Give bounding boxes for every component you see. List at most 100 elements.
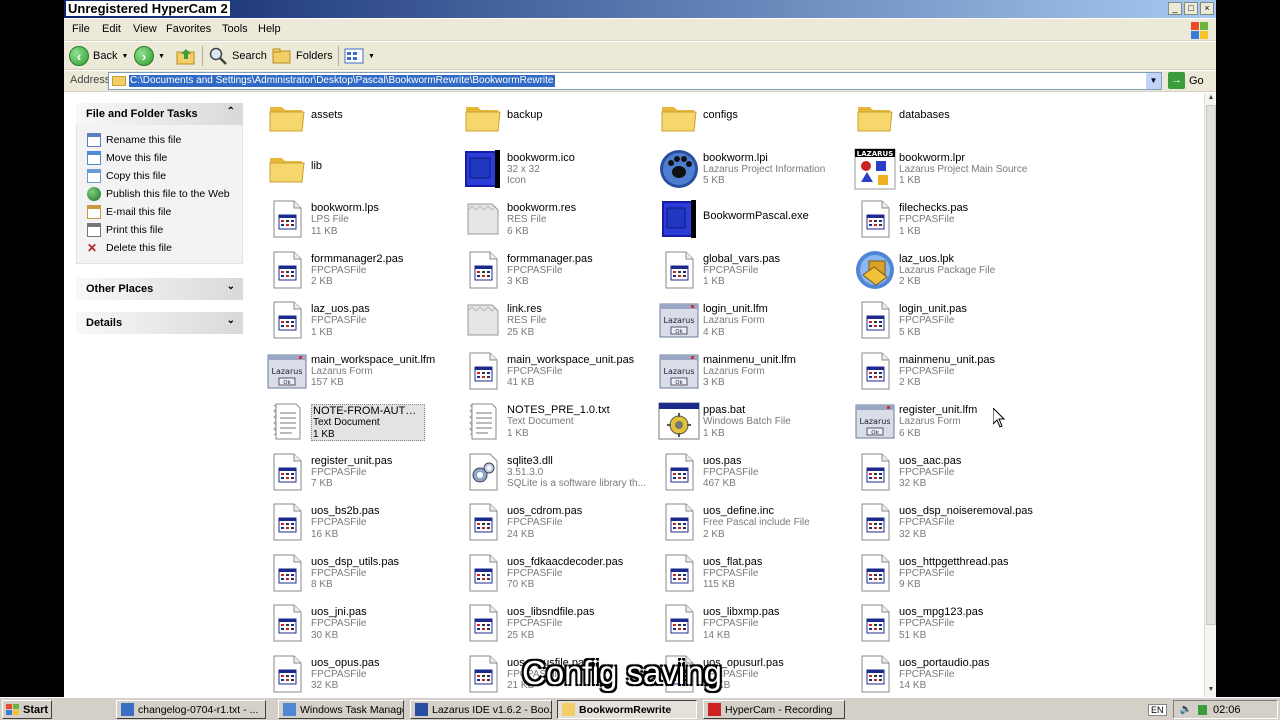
file-item[interactable]: uos_define.inc Free Pascal include File 2 … [652, 499, 842, 545]
taskbar-button[interactable]: BookwormRewrite [557, 700, 697, 719]
scroll-up-icon[interactable]: ▲ [1205, 94, 1216, 104]
file-item[interactable]: formmanager2.pas FPCPASFile 2 KB [260, 247, 450, 293]
file-item[interactable]: uos.pas FPCPASFile 467 KB [652, 449, 842, 495]
panel-header[interactable]: Details ⌄ [76, 312, 243, 334]
file-item[interactable]: uos_portaudio.pas FPCPASFile 14 KB [848, 651, 1038, 697]
panel-header[interactable]: Other Places ⌄ [76, 278, 243, 300]
file-item[interactable]: uos_libsndfile.pas FPCPASFile 25 KB [456, 600, 646, 646]
file-item[interactable]: mainmenu_unit.pas FPCPASFile 2 KB [848, 348, 1038, 394]
file-item[interactable]: laz_uos.pas FPCPASFile 1 KB [260, 297, 450, 343]
file-item[interactable]: uos_mpg123.pas FPCPASFile 51 KB [848, 600, 1038, 646]
taskbar-button[interactable]: Lazarus IDE v1.6.2 - Boo... [410, 700, 552, 719]
file-item[interactable]: uos_bs2b.pas FPCPASFile 16 KB [260, 499, 450, 545]
file-size: 32 KB [311, 680, 339, 691]
folder-item[interactable]: assets [260, 95, 450, 141]
maximize-button[interactable]: □ [1184, 2, 1198, 15]
views-button[interactable]: ▼ [344, 45, 375, 67]
pas-icon [462, 653, 504, 695]
file-item[interactable]: Lazarus Ok main_workspace_unit.lfm Lazarus … [260, 348, 450, 394]
file-item[interactable]: uos_libxmp.pas FPCPASFile 14 KB [652, 600, 842, 646]
task-item[interactable]: ✕ Delete this file [87, 239, 242, 257]
vertical-scrollbar[interactable]: ▲ ▼ [1204, 93, 1216, 697]
file-item[interactable]: uos_dsp_utils.pas FPCPASFile 8 KB [260, 550, 450, 596]
language-indicator[interactable]: EN [1148, 703, 1167, 716]
file-item[interactable]: bookworm.lpi Lazarus Project Information 5… [652, 146, 842, 192]
forward-button[interactable]: › ▼ [134, 45, 165, 67]
search-button[interactable]: Search [208, 45, 267, 67]
file-item[interactable]: formmanager.pas FPCPASFile 3 KB [456, 247, 646, 293]
file-item[interactable]: sqlite3.dll 3.51.3.0 SQLite is a software … [456, 449, 646, 495]
recording-tray-icon[interactable] [1197, 704, 1207, 715]
file-item[interactable]: uos_jni.pas FPCPASFile 30 KB [260, 600, 450, 646]
file-item[interactable]: uos_flat.pas FPCPASFile 115 KB [652, 550, 842, 596]
file-item[interactable]: link.res RES File 25 KB [456, 297, 646, 343]
file-name: bookworm.res [507, 202, 577, 214]
close-button[interactable]: × [1200, 2, 1214, 15]
file-item[interactable]: uos_dsp_noiseremoval.pas FPCPASFile 32 KB [848, 499, 1038, 545]
file-item[interactable]: uos_opus.pas FPCPASFile 32 KB [260, 651, 450, 697]
file-item[interactable]: uos_httpgetthread.pas FPCPASFile 9 KB [848, 550, 1038, 596]
up-folder-button[interactable] [176, 45, 196, 67]
expand-icon[interactable]: ⌄ [227, 315, 235, 326]
file-item[interactable]: BookwormPascal.exe [652, 196, 842, 242]
file-item[interactable]: main_workspace_unit.pas FPCPASFile 41 KB [456, 348, 646, 394]
file-item[interactable]: NOTE-FROM-AUTHOR.txtText Document1 KB [260, 398, 450, 444]
address-value[interactable]: C:\Documents and Settings\Administrator\… [129, 75, 555, 87]
menu-edit[interactable]: Edit [102, 23, 121, 35]
file-item[interactable]: register_unit.pas FPCPASFile 7 KB [260, 449, 450, 495]
file-item[interactable]: uos_cdrom.pas FPCPASFile 24 KB [456, 499, 646, 545]
title-bar[interactable]: Unregistered HyperCam 2 _ □ × [64, 0, 1216, 18]
file-item[interactable]: filechecks.pas FPCPASFile 1 KB [848, 196, 1038, 242]
task-item[interactable]: Print this file [87, 221, 242, 239]
file-item[interactable]: Lazarus Ok register_unit.lfm Lazarus Form 6 … [848, 398, 1038, 444]
address-input[interactable]: C:\Documents and Settings\Administrator\… [108, 72, 1162, 90]
expand-icon[interactable]: ⌄ [227, 281, 235, 292]
task-item[interactable]: Move this file [87, 149, 242, 167]
file-item[interactable]: Lazarus Ok mainmenu_unit.lfm Lazarus Form 3 … [652, 348, 842, 394]
file-item[interactable]: Lazarus Ok login_unit.lfm Lazarus Form 4 KB [652, 297, 842, 343]
task-item[interactable]: Copy this file [87, 167, 242, 185]
file-item[interactable]: LAZARUS bookworm.lpr Lazarus Project Main … [848, 146, 1038, 192]
chevron-down-icon[interactable]: ▼ [121, 53, 128, 60]
file-item[interactable]: ppas.bat Windows Batch File 1 KB [652, 398, 842, 444]
file-item[interactable]: NOTES_PRE_1.0.txt Text Document 1 KB [456, 398, 646, 444]
folder-item[interactable]: configs [652, 95, 842, 141]
folder-item[interactable]: backup [456, 95, 646, 141]
menu-file[interactable]: File [72, 23, 90, 35]
scroll-thumb[interactable] [1206, 105, 1216, 625]
file-item[interactable]: uos_fdkaacdecoder.pas FPCPASFile 70 KB [456, 550, 646, 596]
panel-title: Details [86, 317, 123, 329]
task-item[interactable]: Rename this file [87, 131, 242, 149]
task-item[interactable]: Publish this file to the Web [87, 185, 242, 203]
scroll-down-icon[interactable]: ▼ [1205, 686, 1216, 696]
panel-header[interactable]: File and Folder Tasks ⌃ [76, 103, 243, 125]
file-item[interactable]: login_unit.pas FPCPASFile 5 KB [848, 297, 1038, 343]
pas-icon [854, 653, 896, 695]
file-item[interactable]: laz_uos.lpk Lazarus Package File 2 KB [848, 247, 1038, 293]
menu-help[interactable]: Help [258, 23, 281, 35]
menu-favorites[interactable]: Favorites [166, 23, 211, 35]
back-button[interactable]: ‹ Back ▼ [69, 45, 128, 67]
folder-item[interactable]: lib [260, 146, 450, 192]
chevron-down-icon[interactable]: ▼ [368, 53, 375, 60]
file-item[interactable]: bookworm.res RES File 6 KB [456, 196, 646, 242]
chevron-down-icon[interactable]: ▼ [1146, 73, 1161, 89]
file-item[interactable]: uos_aac.pas FPCPASFile 32 KB [848, 449, 1038, 495]
minimize-button[interactable]: _ [1168, 2, 1182, 15]
taskbar-button[interactable]: changelog-0704-r1.txt - ... [116, 700, 266, 719]
network-icon[interactable]: 🔈 [1180, 704, 1192, 715]
folder-item[interactable]: databases [848, 95, 1038, 141]
file-item[interactable]: bookworm.lps LPS File 11 KB [260, 196, 450, 242]
menu-view[interactable]: View [133, 23, 157, 35]
collapse-icon[interactable]: ⌃ [227, 106, 235, 117]
folders-button[interactable]: Folders [272, 45, 333, 67]
chevron-down-icon[interactable]: ▼ [158, 53, 165, 60]
go-button[interactable]: → Go [1168, 72, 1204, 89]
file-item[interactable]: bookworm.ico 32 x 32 Icon [456, 146, 646, 192]
taskbar-button[interactable]: Windows Task Manager [278, 700, 404, 719]
menu-tools[interactable]: Tools [222, 23, 248, 35]
task-item[interactable]: E-mail this file [87, 203, 242, 221]
file-item[interactable]: global_vars.pas FPCPASFile 1 KB [652, 247, 842, 293]
taskbar-button[interactable]: HyperCam - Recording [703, 700, 845, 719]
start-button[interactable]: Start [2, 700, 52, 719]
